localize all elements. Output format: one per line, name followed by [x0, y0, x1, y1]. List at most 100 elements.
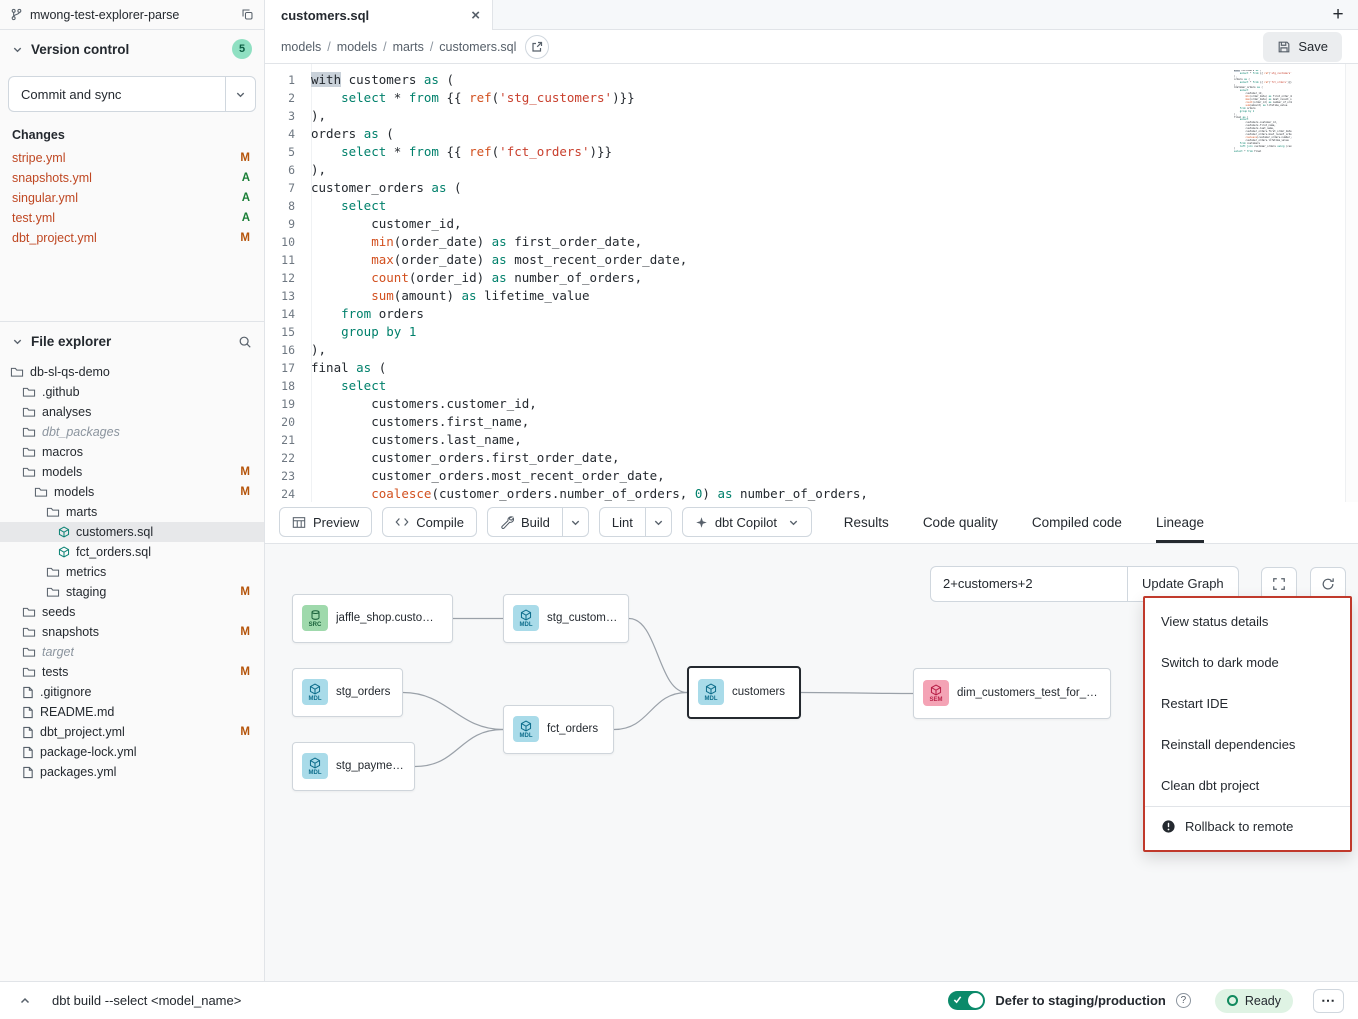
changed-file-snapshots-yml[interactable]: snapshots.ymlA	[0, 168, 264, 188]
code-line[interactable]: 7customer_orders as (	[265, 179, 1358, 197]
file-tree-item-dbt-project-yml[interactable]: dbt_project.ymlM	[0, 722, 264, 742]
file-tree-item-staging[interactable]: stagingM	[0, 582, 264, 602]
file-tree-item-models[interactable]: modelsM	[0, 482, 264, 502]
code-line[interactable]: 8 select	[265, 197, 1358, 215]
file-tree-item-customers-sql[interactable]: customers.sql	[0, 522, 264, 542]
close-tab-icon[interactable]: ×	[471, 8, 480, 23]
code-line[interactable]: 5 select * from {{ ref('fct_orders')}}	[265, 143, 1358, 161]
code-line[interactable]: 4orders as (	[265, 125, 1358, 143]
lineage-node-customers[interactable]: MDLcustomers	[687, 666, 801, 719]
lineage-node-stg-payments[interactable]: MDLstg_payments	[292, 742, 415, 791]
commit-dropdown-button[interactable]	[225, 76, 256, 112]
code-line[interactable]: 21 customers.last_name,	[265, 431, 1358, 449]
menu-item-restart-ide[interactable]: Restart IDE	[1145, 683, 1350, 724]
tab-code-quality[interactable]: Code quality	[923, 502, 998, 543]
file-explorer-header[interactable]: File explorer	[0, 322, 264, 358]
code-line[interactable]: 10 min(order_date) as first_order_date,	[265, 233, 1358, 251]
file-tree-item-db-sl-qs-demo[interactable]: db-sl-qs-demo	[0, 362, 264, 382]
file-tree-item-metrics[interactable]: metrics	[0, 562, 264, 582]
breadcrumb-part[interactable]: models	[337, 40, 377, 54]
file-tree-item-seeds[interactable]: seeds	[0, 602, 264, 622]
more-options-button[interactable]: ⋯	[1313, 989, 1344, 1013]
code-line[interactable]: 2 select * from {{ ref('stg_customers')}…	[265, 89, 1358, 107]
breadcrumb-part[interactable]: customers.sql	[439, 40, 516, 54]
search-icon[interactable]	[238, 335, 252, 349]
chevron-down-icon	[653, 517, 664, 528]
lineage-node-dim-customers-test-for-parse[interactable]: SEMdim_customers_test_for_parse	[913, 668, 1111, 719]
code-line[interactable]: 9 customer_id,	[265, 215, 1358, 233]
copy-branch-icon[interactable]	[241, 8, 254, 21]
folder-icon	[22, 666, 36, 678]
code-line[interactable]: 23 customer_orders.most_recent_order_dat…	[265, 467, 1358, 485]
menu-item-view-status-details[interactable]: View status details	[1145, 601, 1350, 642]
expand-command-bar-button[interactable]	[14, 990, 36, 1012]
file-tree-item-marts[interactable]: marts	[0, 502, 264, 522]
code-lines[interactable]: 1with customers as (2 select * from {{ r…	[265, 64, 1358, 502]
file-tree-item-models[interactable]: modelsM	[0, 462, 264, 482]
lineage-selector-input[interactable]	[930, 566, 1128, 602]
code-editor[interactable]: 1with customers as (2 select * from {{ r…	[265, 64, 1358, 502]
dbt-copilot-button[interactable]: dbt Copilot	[682, 507, 812, 537]
file-tree-item-gitignore[interactable]: .gitignore	[0, 682, 264, 702]
code-line[interactable]: 12 count(order_id) as number_of_orders,	[265, 269, 1358, 287]
changed-file-dbt-project-yml[interactable]: dbt_project.ymlM	[0, 228, 264, 248]
tab-compiled-code[interactable]: Compiled code	[1032, 502, 1122, 543]
code-line[interactable]: 15 group by 1	[265, 323, 1358, 341]
defer-toggle[interactable]	[948, 991, 985, 1010]
open-in-explorer-button[interactable]	[525, 35, 549, 59]
code-line[interactable]: 22 customer_orders.first_order_date,	[265, 449, 1358, 467]
lineage-node-stg-customers[interactable]: MDLstg_customers	[503, 594, 629, 643]
file-tree-item-analyses[interactable]: analyses	[0, 402, 264, 422]
breadcrumb-part[interactable]: models	[281, 40, 321, 54]
file-tree-item-tests[interactable]: testsM	[0, 662, 264, 682]
tab-results[interactable]: Results	[844, 502, 889, 543]
compile-button[interactable]: Compile	[382, 507, 477, 537]
save-button[interactable]: Save	[1263, 32, 1342, 62]
lint-dropdown-button[interactable]	[645, 507, 672, 537]
code-line[interactable]: 19 customers.customer_id,	[265, 395, 1358, 413]
file-tree-item-package-lock-yml[interactable]: package-lock.yml	[0, 742, 264, 762]
version-control-header[interactable]: Version control 5	[0, 30, 264, 68]
file-tree-item-packages-yml[interactable]: packages.yml	[0, 762, 264, 782]
build-button[interactable]: Build	[487, 507, 562, 537]
editor-scrollbar[interactable]	[1345, 64, 1358, 502]
code-line[interactable]: 18 select	[265, 377, 1358, 395]
tab-customers-sql[interactable]: customers.sql ×	[265, 0, 493, 30]
code-line[interactable]: 20 customers.first_name,	[265, 413, 1358, 431]
code-line[interactable]: 3),	[265, 107, 1358, 125]
changed-file-stripe-yml[interactable]: stripe.ymlM	[0, 148, 264, 168]
code-line[interactable]: 16),	[265, 341, 1358, 359]
code-line[interactable]: 1with customers as (	[265, 71, 1358, 89]
command-input[interactable]: dbt build --select <model_name>	[52, 993, 241, 1008]
code-line[interactable]: 11 max(order_date) as most_recent_order_…	[265, 251, 1358, 269]
file-tree-item-snapshots[interactable]: snapshotsM	[0, 622, 264, 642]
code-line[interactable]: 6),	[265, 161, 1358, 179]
code-line[interactable]: 17final as (	[265, 359, 1358, 377]
menu-item-clean-dbt-project[interactable]: Clean dbt project	[1145, 765, 1350, 806]
lineage-node-stg-orders[interactable]: MDLstg_orders	[292, 668, 403, 717]
commit-and-sync-button[interactable]: Commit and sync	[8, 76, 225, 112]
help-icon[interactable]: ?	[1176, 993, 1191, 1008]
file-tree-item-macros[interactable]: macros	[0, 442, 264, 462]
file-tree-item-readme-md[interactable]: README.md	[0, 702, 264, 722]
code-line[interactable]: 24 coalesce(customer_orders.number_of_or…	[265, 485, 1358, 502]
lineage-node-jaffle-shop-customers[interactable]: SRCjaffle_shop.customers	[292, 594, 453, 643]
file-tree-item-fct-orders-sql[interactable]: fct_orders.sql	[0, 542, 264, 562]
code-line[interactable]: 14 from orders	[265, 305, 1358, 323]
preview-button[interactable]: Preview	[279, 507, 372, 537]
lineage-node-fct-orders[interactable]: MDLfct_orders	[503, 705, 614, 754]
new-tab-button[interactable]: +	[1318, 0, 1358, 29]
tab-lineage[interactable]: Lineage	[1156, 502, 1204, 543]
menu-item-rollback-to-remote[interactable]: Rollback to remote	[1145, 806, 1350, 847]
build-dropdown-button[interactable]	[562, 507, 589, 537]
changed-file-test-yml[interactable]: test.ymlA	[0, 208, 264, 228]
file-tree-item-dbt-packages[interactable]: dbt_packages	[0, 422, 264, 442]
file-tree-item-github[interactable]: .github	[0, 382, 264, 402]
menu-item-switch-to-dark-mode[interactable]: Switch to dark mode	[1145, 642, 1350, 683]
changed-file-singular-yml[interactable]: singular.ymlA	[0, 188, 264, 208]
menu-item-reinstall-dependencies[interactable]: Reinstall dependencies	[1145, 724, 1350, 765]
lint-button[interactable]: Lint	[599, 507, 645, 537]
breadcrumb-part[interactable]: marts	[393, 40, 424, 54]
code-line[interactable]: 13 sum(amount) as lifetime_value	[265, 287, 1358, 305]
file-tree-item-target[interactable]: target	[0, 642, 264, 662]
